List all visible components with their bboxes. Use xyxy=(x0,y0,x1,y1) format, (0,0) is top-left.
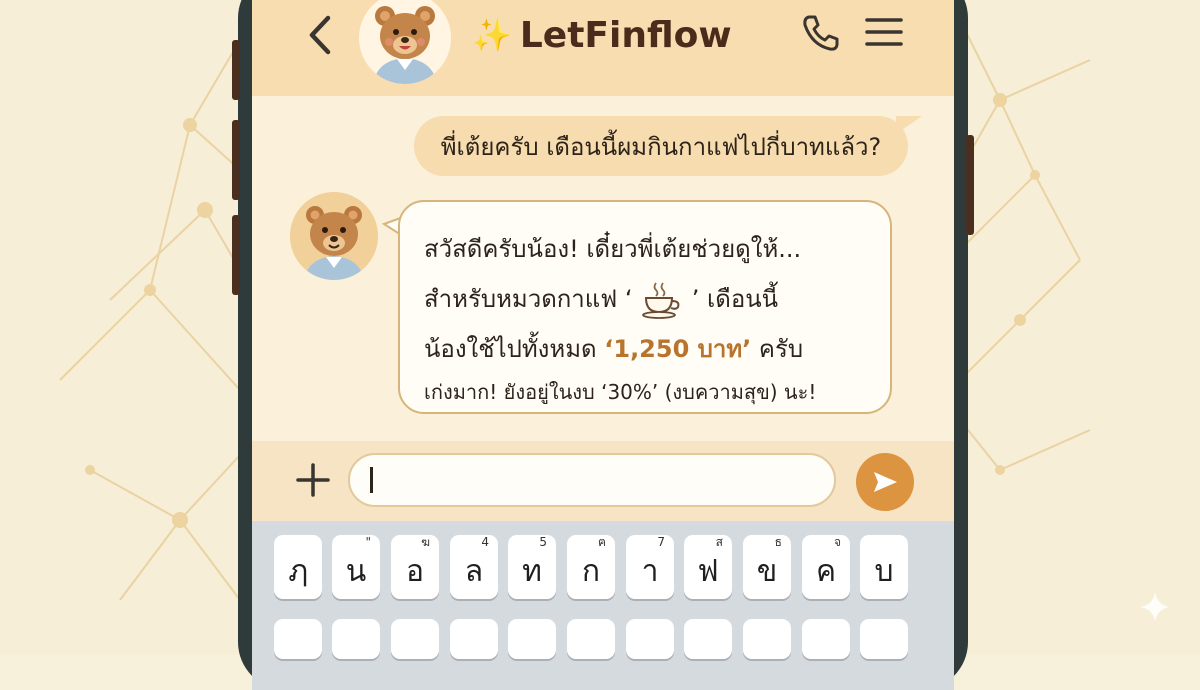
message-line: สำหรับหมวดกาแฟ ‘ ’ เดือนนี้ xyxy=(424,274,870,324)
keyboard-key[interactable] xyxy=(860,619,908,659)
key-char: ค xyxy=(815,554,837,589)
keyboard-key[interactable]: " น xyxy=(332,535,380,599)
app-title-text: LetFinflow xyxy=(519,14,732,56)
chat-header: ✨ LetFinflow xyxy=(252,0,954,96)
spending-amount: ‘1,250 บาท’ xyxy=(604,335,752,363)
message-line-2a: สำหรับหมวดกาแฟ ‘ xyxy=(424,285,633,313)
message-line: สวัสดีครับน้อง! เดี๋ยวพี่เต้ยช่วยดูให้..… xyxy=(424,224,870,274)
key-hint: ส xyxy=(715,535,723,549)
keyboard-key[interactable] xyxy=(684,619,732,659)
text-caret xyxy=(370,467,373,493)
key-hint: ธ xyxy=(774,535,782,549)
phone-side-button xyxy=(232,40,240,100)
send-arrow-icon xyxy=(874,472,897,492)
key-char: ข xyxy=(756,554,778,589)
network-decoration-left xyxy=(59,39,240,601)
phone-side-button xyxy=(232,215,240,295)
message-line: เก่งมาก! ยังอยู่ในงบ ‘30%’ (งบความสุข) น… xyxy=(424,374,870,410)
key-char: า xyxy=(641,554,659,589)
key-char: ล xyxy=(464,554,484,589)
keyboard-key[interactable] xyxy=(391,619,439,659)
chevron-left-icon[interactable] xyxy=(302,12,338,58)
outgoing-message: พี่เต้ยครับ เดือนนี้ผมกินกาแฟไปกี่บาทแล้… xyxy=(414,116,908,176)
key-char: อ xyxy=(405,554,425,589)
key-hint: 7 xyxy=(657,535,665,549)
key-hint: 4 xyxy=(481,535,489,549)
keyboard-key[interactable] xyxy=(567,619,615,659)
key-char: ฦ xyxy=(288,554,308,589)
keyboard-key[interactable]: บ xyxy=(860,535,908,599)
keyboard-key[interactable]: ธข xyxy=(743,535,791,599)
message-line-1: สวัสดีครับน้อง! เดี๋ยวพี่เต้ยช่วยดูให้..… xyxy=(424,235,802,263)
phone-side-button xyxy=(232,120,240,200)
keyboard-key[interactable]: 7า xyxy=(626,535,674,599)
key-char: ฟ xyxy=(697,554,719,589)
message-line: น้องใช้ไปทั้งหมด ‘1,250 บาท’ ครับ xyxy=(424,324,870,374)
key-hint: ฆ xyxy=(421,535,430,549)
keyboard-key[interactable]: จค xyxy=(802,535,850,599)
network-decoration-right xyxy=(960,19,1091,475)
keyboard-key[interactable]: สฟ xyxy=(684,535,732,599)
key-char: บ xyxy=(874,554,894,589)
app-title: ✨ LetFinflow xyxy=(472,12,732,58)
key-hint: " xyxy=(365,535,371,549)
chat-screen: ✨ LetFinflow พี่เต้ยครับ เดือนนี้ผมกินกา… xyxy=(252,0,954,690)
incoming-message: สวัสดีครับน้อง! เดี๋ยวพี่เต้ยช่วยดูให้..… xyxy=(398,200,892,414)
keyboard-key[interactable] xyxy=(332,619,380,659)
thai-keyboard: ฦ " นฆอ 4 ล 5 ทฅก 7 าสฟธขจคบ xyxy=(252,521,954,690)
keyboard-key[interactable]: ฦ xyxy=(274,535,322,599)
keyboard-key[interactable] xyxy=(274,619,322,659)
message-line-3b: ครับ xyxy=(751,335,804,363)
key-hint: 5 xyxy=(539,535,547,549)
key-char: ก xyxy=(581,554,601,589)
key-char: น xyxy=(345,554,367,589)
key-hint: จ xyxy=(833,535,841,549)
coffee-cup-icon xyxy=(642,282,680,319)
send-button[interactable] xyxy=(856,453,914,511)
message-input[interactable] xyxy=(348,453,836,507)
bot-avatar xyxy=(290,192,378,280)
bear-avatar xyxy=(359,0,451,84)
outgoing-message-text: พี่เต้ยครับ เดือนนี้ผมกินกาแฟไปกี่บาทแล้… xyxy=(440,132,882,161)
keyboard-key[interactable]: ฆอ xyxy=(391,535,439,599)
sparkles-icon: ✨ xyxy=(472,16,512,54)
keyboard-key[interactable] xyxy=(508,619,556,659)
message-input-bar xyxy=(252,441,954,521)
keyboard-key[interactable] xyxy=(626,619,674,659)
plus-icon[interactable] xyxy=(294,461,332,499)
phone-side-button xyxy=(966,135,974,235)
keyboard-key[interactable] xyxy=(450,619,498,659)
keyboard-key[interactable]: 5ท xyxy=(508,535,556,599)
sparkle-watermark-icon xyxy=(1140,592,1170,622)
hamburger-menu-icon[interactable] xyxy=(864,14,904,50)
message-line-3a: น้องใช้ไปทั้งหมด xyxy=(424,335,605,363)
key-hint: ฅ xyxy=(597,535,606,549)
phone-icon[interactable] xyxy=(800,12,842,54)
key-char: ท xyxy=(522,554,542,589)
phone-frame: ✨ LetFinflow พี่เต้ยครับ เดือนนี้ผมกินกา… xyxy=(232,0,974,690)
keyboard-key[interactable]: 4ล xyxy=(450,535,498,599)
message-line-4: เก่งมาก! ยังอยู่ในงบ ‘30%’ (งบความสุข) น… xyxy=(424,380,817,404)
keyboard-key[interactable] xyxy=(743,619,791,659)
chat-messages: พี่เต้ยครับ เดือนนี้ผมกินกาแฟไปกี่บาทแล้… xyxy=(252,96,954,441)
message-line-2b: ’ เดือนนี้ xyxy=(691,285,779,313)
keyboard-key[interactable] xyxy=(802,619,850,659)
keyboard-key[interactable]: ฅก xyxy=(567,535,615,599)
